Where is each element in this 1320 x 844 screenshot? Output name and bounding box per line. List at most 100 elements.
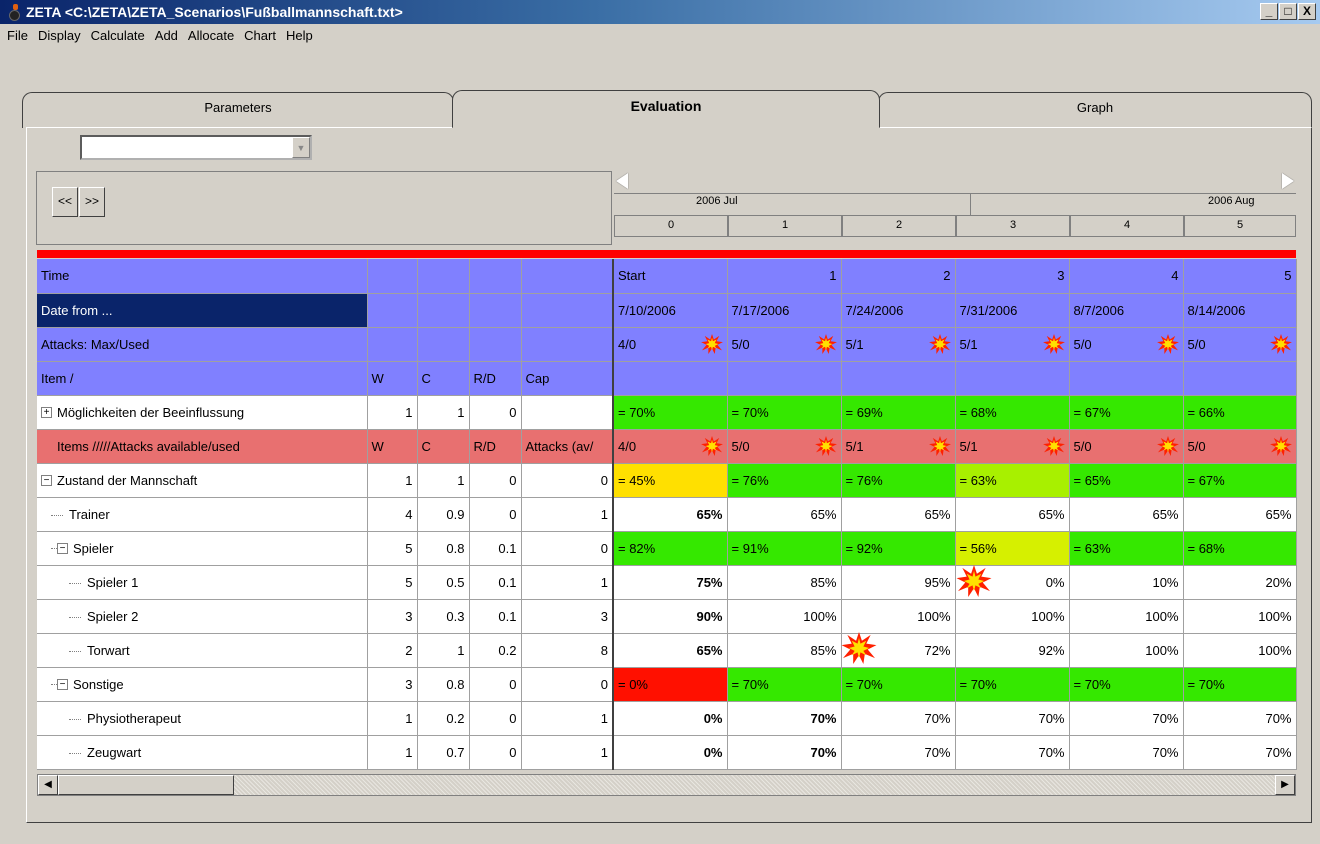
grid-cell[interactable]: = 67% [1069,395,1184,430]
row-label-date[interactable]: Date from ... [37,293,368,328]
grid-cell[interactable]: = 68% [955,395,1070,430]
grid-cell[interactable]: 5/0 [1069,327,1184,362]
grid-cell[interactable]: 0.1 [469,599,522,634]
tab-graph[interactable]: Graph [878,92,1312,128]
grid-cell[interactable]: 5 [367,531,418,566]
menu-add[interactable]: Add [150,28,183,43]
attack-burst-icon[interactable] [1043,436,1065,456]
grid-cell[interactable]: 7/31/2006 [955,293,1070,328]
grid-cell[interactable]: = 67% [1183,463,1297,498]
next-page-button[interactable]: >> [79,187,105,217]
tree-item-spieler-1[interactable]: Spieler 1 [37,565,368,600]
grid-cell[interactable]: 70% [727,735,842,770]
attack-burst-icon[interactable] [929,436,951,456]
grid-cell[interactable]: = 76% [727,463,842,498]
grid-cell[interactable]: 0 [469,497,522,532]
menu-display[interactable]: Display [33,28,86,43]
grid-cell[interactable]: 1 [521,735,614,770]
grid-cell[interactable]: = 70% [727,395,842,430]
tree-item-trainer[interactable]: Trainer [37,497,368,532]
grid-cell[interactable]: 100% [841,599,956,634]
attack-burst-icon[interactable] [1157,334,1179,354]
attack-burst-icon[interactable] [929,334,951,354]
grid-cell[interactable]: = 70% [1183,667,1297,702]
grid-cell[interactable]: 0.1 [469,531,522,566]
tab-parameters[interactable]: Parameters [22,92,454,128]
tree-item-spieler-2[interactable]: Spieler 2 [37,599,368,634]
attack-burst-icon[interactable] [1157,436,1179,456]
grid-cell[interactable]: 2 [367,633,418,668]
attack-burst-icon[interactable] [815,436,837,456]
grid-cell[interactable]: 70% [1183,701,1297,736]
grid-cell[interactable]: 5 [1183,259,1297,294]
grid-cell[interactable]: 65% [1183,497,1297,532]
grid-cell[interactable]: 5/0 [1069,429,1184,464]
grid-cell[interactable]: 0.3 [417,599,470,634]
expand-plus-icon[interactable]: + [41,406,52,418]
grid-cell[interactable]: 0.8 [417,667,470,702]
scenario-combobox[interactable]: ▼ [80,135,312,160]
grid-cell[interactable]: 5 [367,565,418,600]
menu-chart[interactable]: Chart [239,28,281,43]
timeline-right-arrow-icon[interactable] [1282,173,1294,189]
attack-burst-icon[interactable] [956,565,992,597]
tree-item-moeglichkeiten[interactable]: + Möglichkeiten der Beeinflussung [37,395,368,430]
grid-cell[interactable]: 70% [955,701,1070,736]
grid-cell[interactable]: 100% [1183,599,1297,634]
grid-cell[interactable]: = 65% [1069,463,1184,498]
grid-cell[interactable]: 5/1 [955,429,1070,464]
maximize-button[interactable]: □ [1279,3,1297,20]
prev-page-button[interactable]: << [52,187,78,217]
attack-burst-icon[interactable] [815,334,837,354]
grid-cell[interactable]: 1 [367,395,418,430]
grid-cell[interactable]: = 70% [613,395,728,430]
chevron-down-icon[interactable]: ▼ [292,137,310,158]
grid-cell[interactable]: 0.7 [417,735,470,770]
grid-cell[interactable]: 70% [1069,701,1184,736]
grid-cell[interactable]: = 92% [841,531,956,566]
grid-cell[interactable]: 3 [521,599,614,634]
grid-cell[interactable]: 7/24/2006 [841,293,956,328]
grid-cell[interactable]: = 0% [613,667,728,702]
grid-cell[interactable]: 8/14/2006 [1183,293,1297,328]
grid-cell[interactable]: 85% [727,565,842,600]
grid-cell[interactable]: 100% [955,599,1070,634]
tab-evaluation[interactable]: Evaluation [452,90,880,128]
grid-cell[interactable]: 70% [1069,735,1184,770]
grid-cell[interactable]: 70% [841,735,956,770]
grid-cell[interactable]: = 56% [955,531,1070,566]
grid-cell[interactable]: 0 [469,667,522,702]
grid-cell[interactable]: Start [613,259,728,294]
menu-allocate[interactable]: Allocate [183,28,239,43]
grid-cell[interactable]: 0 [521,463,614,498]
grid-cell[interactable]: 7/10/2006 [613,293,728,328]
grid-cell[interactable]: = 66% [1183,395,1297,430]
grid-cell[interactable]: 1 [521,497,614,532]
grid-cell[interactable]: 100% [1069,633,1184,668]
tree-item-physiotherapeut[interactable]: Physiotherapeut [37,701,368,736]
grid-cell[interactable]: 0.8 [417,531,470,566]
scroll-left-button[interactable]: ◀ [38,775,58,795]
grid-cell[interactable]: 4/0 [613,327,728,362]
grid-cell[interactable]: 0 [469,463,522,498]
grid-cell[interactable]: 0 [469,395,522,430]
grid-cell[interactable]: 0 [469,735,522,770]
grid-cell[interactable]: 4/0 [613,429,728,464]
grid-cell[interactable]: = 76% [841,463,956,498]
menu-help[interactable]: Help [281,28,318,43]
grid-cell[interactable]: 70% [727,701,842,736]
grid-cell[interactable]: 65% [613,633,728,668]
grid-cell[interactable]: 0 [521,531,614,566]
grid-cell[interactable]: = 70% [841,667,956,702]
grid-cell[interactable]: 8 [521,633,614,668]
grid-cell[interactable]: 4 [1069,259,1184,294]
tree-item-spieler[interactable]: − Spieler [37,531,368,566]
grid-cell[interactable]: 1 [417,633,470,668]
grid-cell[interactable]: 0.2 [469,633,522,668]
attack-burst-icon[interactable] [701,334,723,354]
tree-item-torwart[interactable]: Torwart [37,633,368,668]
grid-cell[interactable]: 1 [367,735,418,770]
grid-cell[interactable] [521,395,614,430]
grid-cell[interactable]: 0 [469,701,522,736]
grid-cell[interactable]: = 91% [727,531,842,566]
